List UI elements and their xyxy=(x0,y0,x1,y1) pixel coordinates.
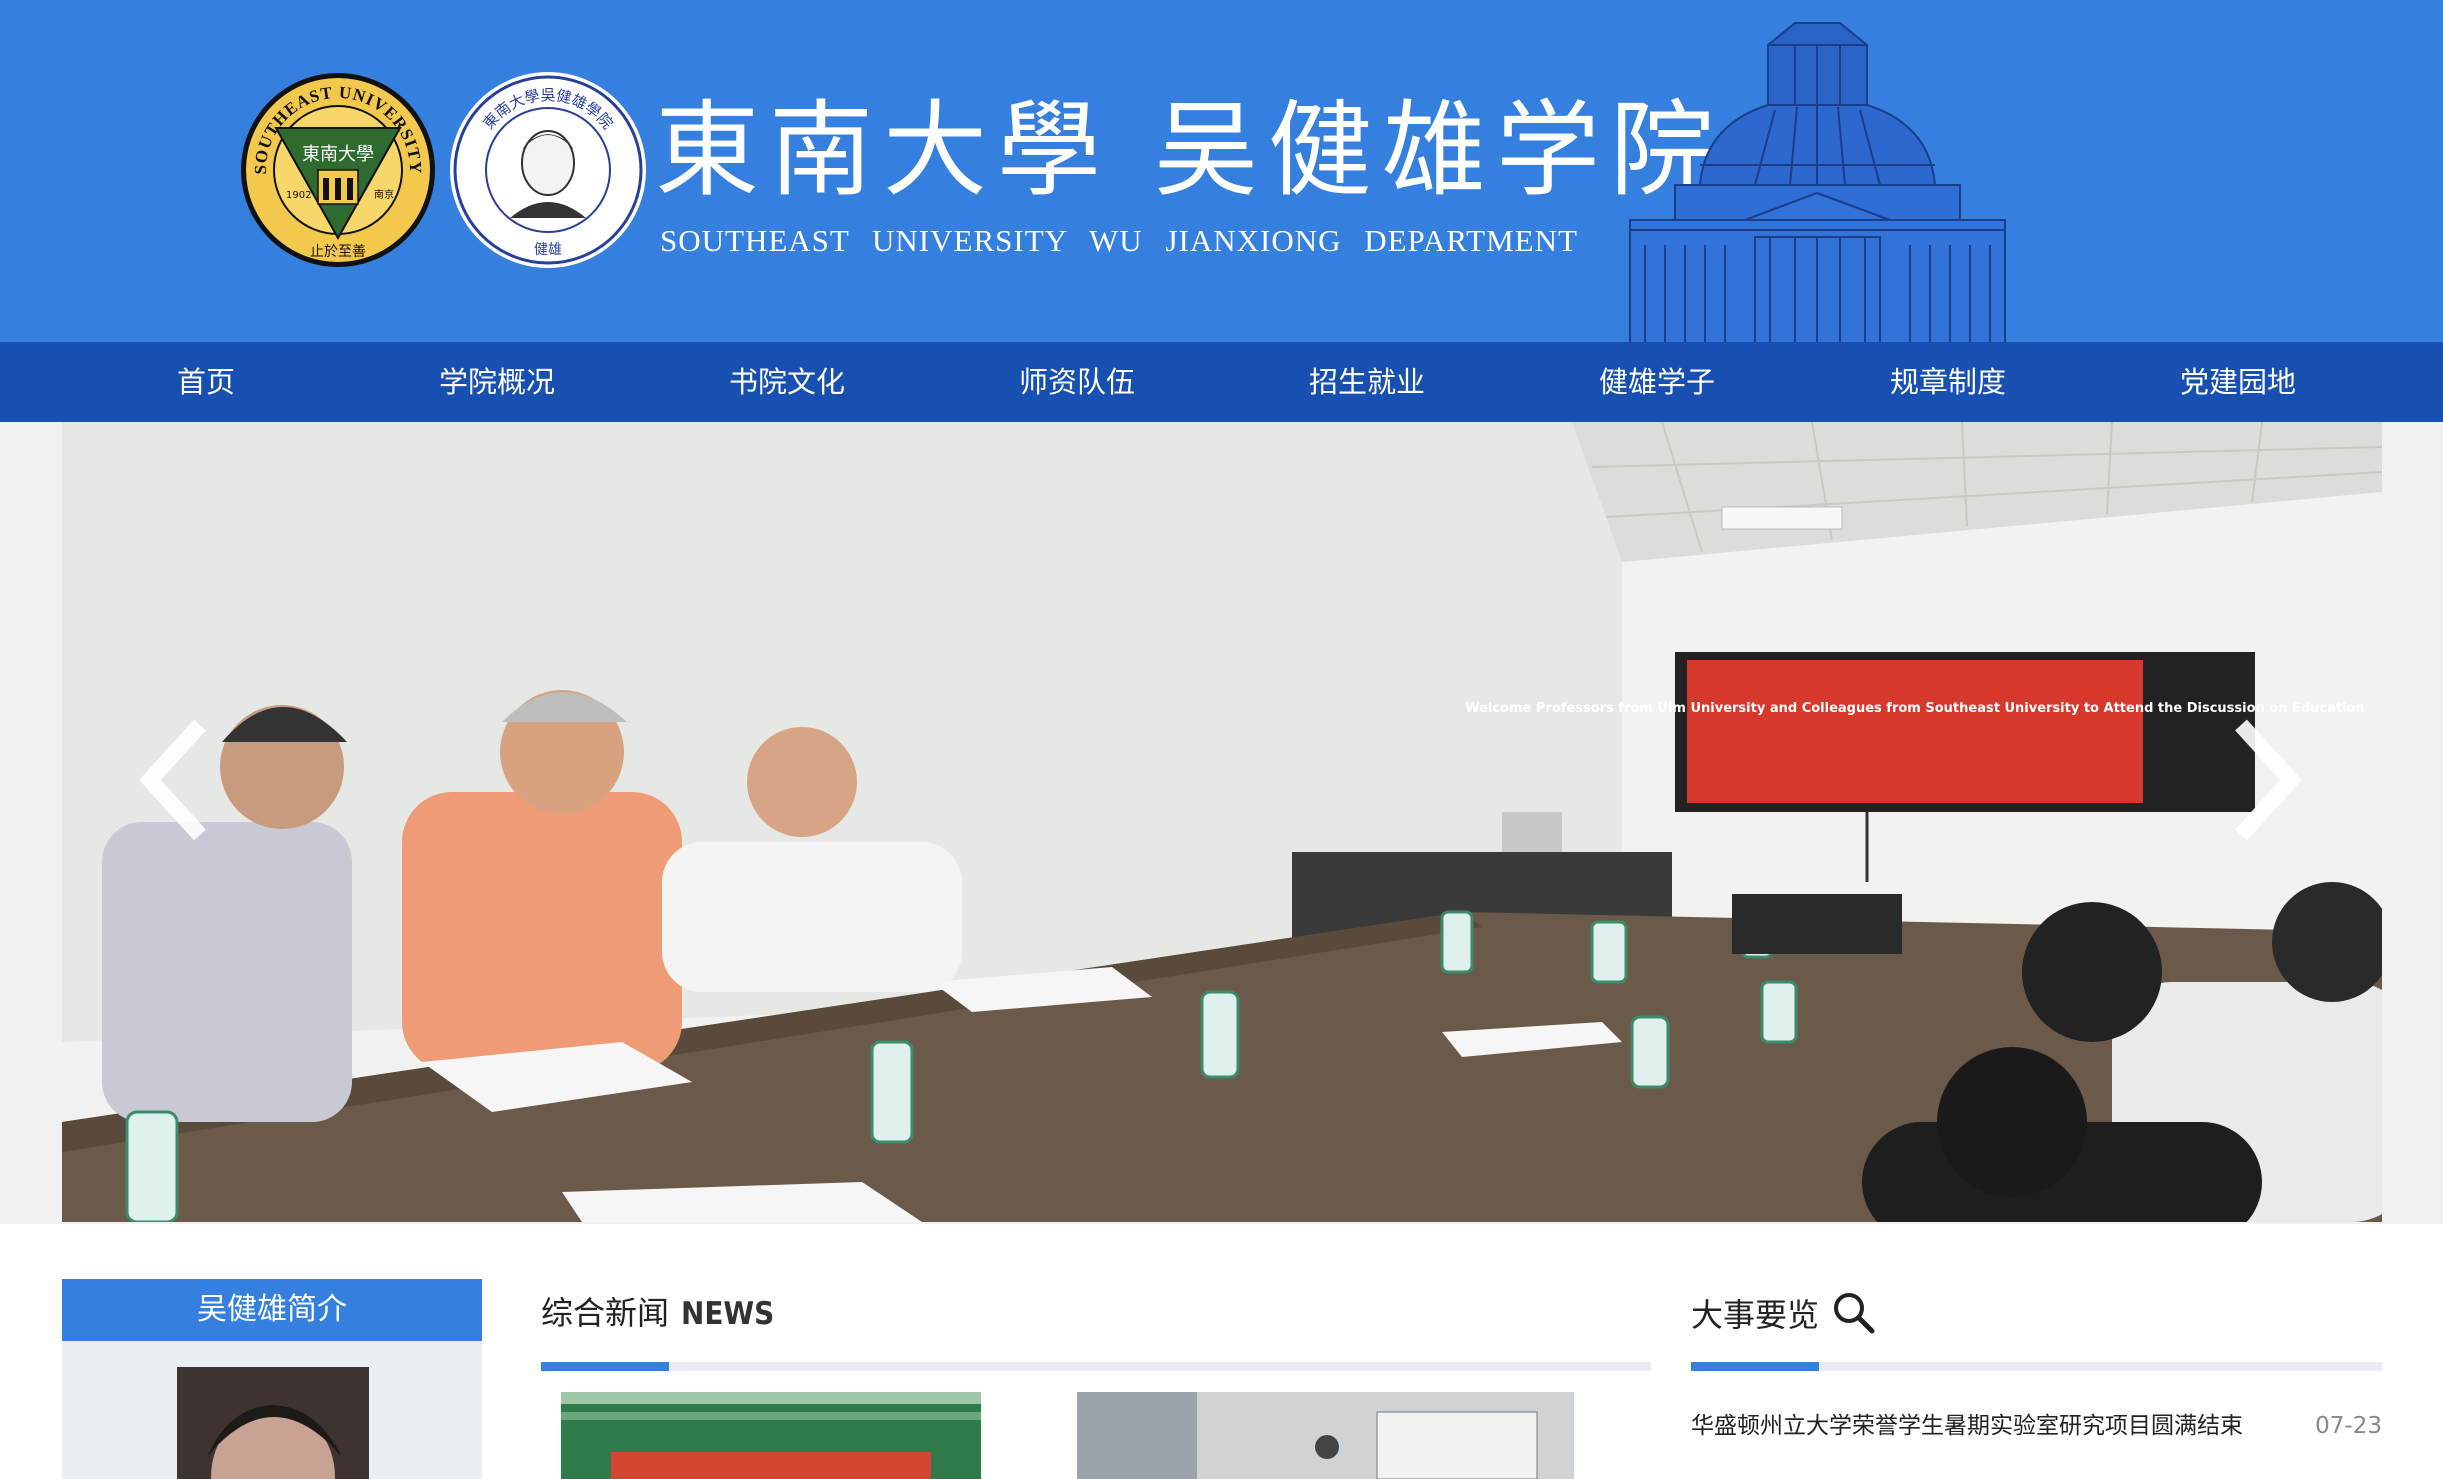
seu-logo-center-text: 東南大學 xyxy=(302,144,374,165)
site-title-english: SOUTHEAST UNIVERSITY WU JIANXIONG DEPART… xyxy=(660,223,1578,258)
main-navigation: 首页 学院概况 书院文化 师资队伍 招生就业 健雄学子 规章制度 党建园地 xyxy=(0,342,2443,422)
seu-logo-motto: 止於至善 xyxy=(310,244,366,260)
seu-logo-year: 1902 xyxy=(286,190,311,201)
event-list-item[interactable]: 华盛顿州立大学荣誉学生暑期实验室研究项目圆满结束 07-23 xyxy=(1691,1406,2382,1446)
events-divider xyxy=(1691,1362,2382,1371)
news-title-english: NEWS xyxy=(681,1296,775,1332)
news-section-header: 综合新闻 NEWS xyxy=(541,1288,774,1338)
southeast-university-logo[interactable]: SOUTHEAST UNIVERSITY 東南大學 1902 南京 止於至善 xyxy=(238,70,438,270)
screen-welcome-text: Welcome Professors from Ulm University a… xyxy=(1465,701,2365,716)
chevron-right-icon xyxy=(2235,719,2302,841)
events-title[interactable]: 大事要览 xyxy=(1691,1296,1819,1334)
carousel-slide[interactable]: Welcome Professors from Ulm University a… xyxy=(62,422,2382,1222)
news-divider xyxy=(541,1362,1651,1371)
intro-title[interactable]: 吴健雄简介 xyxy=(62,1279,482,1341)
nav-item-academy-culture[interactable]: 书院文化 xyxy=(729,342,845,422)
nav-item-party-building[interactable]: 党建园地 xyxy=(2180,342,2296,422)
carousel-next-button[interactable] xyxy=(2226,715,2306,845)
news-thumbnail[interactable] xyxy=(561,1392,981,1479)
wu-jianxiong-logo[interactable]: 東南大學吳健雄學院 健雄 xyxy=(448,68,648,273)
search-icon[interactable] xyxy=(1832,1291,1876,1335)
nav-item-regulations[interactable]: 规章制度 xyxy=(1890,342,2006,422)
seu-logo-city: 南京 xyxy=(374,188,394,201)
events-divider-accent xyxy=(1691,1362,1819,1371)
news-thumbnail[interactable] xyxy=(1077,1392,1574,1479)
news-divider-accent xyxy=(541,1362,669,1371)
nav-item-admissions-employment[interactable]: 招生就业 xyxy=(1309,342,1425,422)
chevron-left-icon xyxy=(139,719,206,841)
event-title[interactable]: 华盛顿州立大学荣誉学生暑期实验室研究项目圆满结束 xyxy=(1691,1406,2243,1446)
nav-item-college-overview[interactable]: 学院概况 xyxy=(439,342,555,422)
auditorium-illustration xyxy=(1629,22,2006,342)
wu-jianxiong-intro-panel: 吴健雄简介 xyxy=(62,1279,482,1479)
nav-item-students[interactable]: 健雄学子 xyxy=(1599,342,1715,422)
nav-item-faculty[interactable]: 师资队伍 xyxy=(1019,342,1135,422)
event-date: 07-23 xyxy=(2315,1413,2382,1439)
meeting-room-photo: Welcome Professors from Ulm University a… xyxy=(62,422,2382,1222)
site-header: SOUTHEAST UNIVERSITY 東南大學 1902 南京 止於至善 東… xyxy=(0,0,2443,342)
wjx-logo-bottom-text: 健雄 xyxy=(534,242,562,258)
wu-jianxiong-portrait[interactable] xyxy=(177,1367,369,1479)
nav-item-home[interactable]: 首页 xyxy=(177,342,235,422)
events-section-header: 大事要览 xyxy=(1691,1290,1876,1340)
site-title-chinese: 東南大學 吴健雄学院 xyxy=(655,89,1725,211)
news-title[interactable]: 综合新闻 xyxy=(541,1294,669,1332)
carousel-prev-button[interactable] xyxy=(135,715,215,845)
